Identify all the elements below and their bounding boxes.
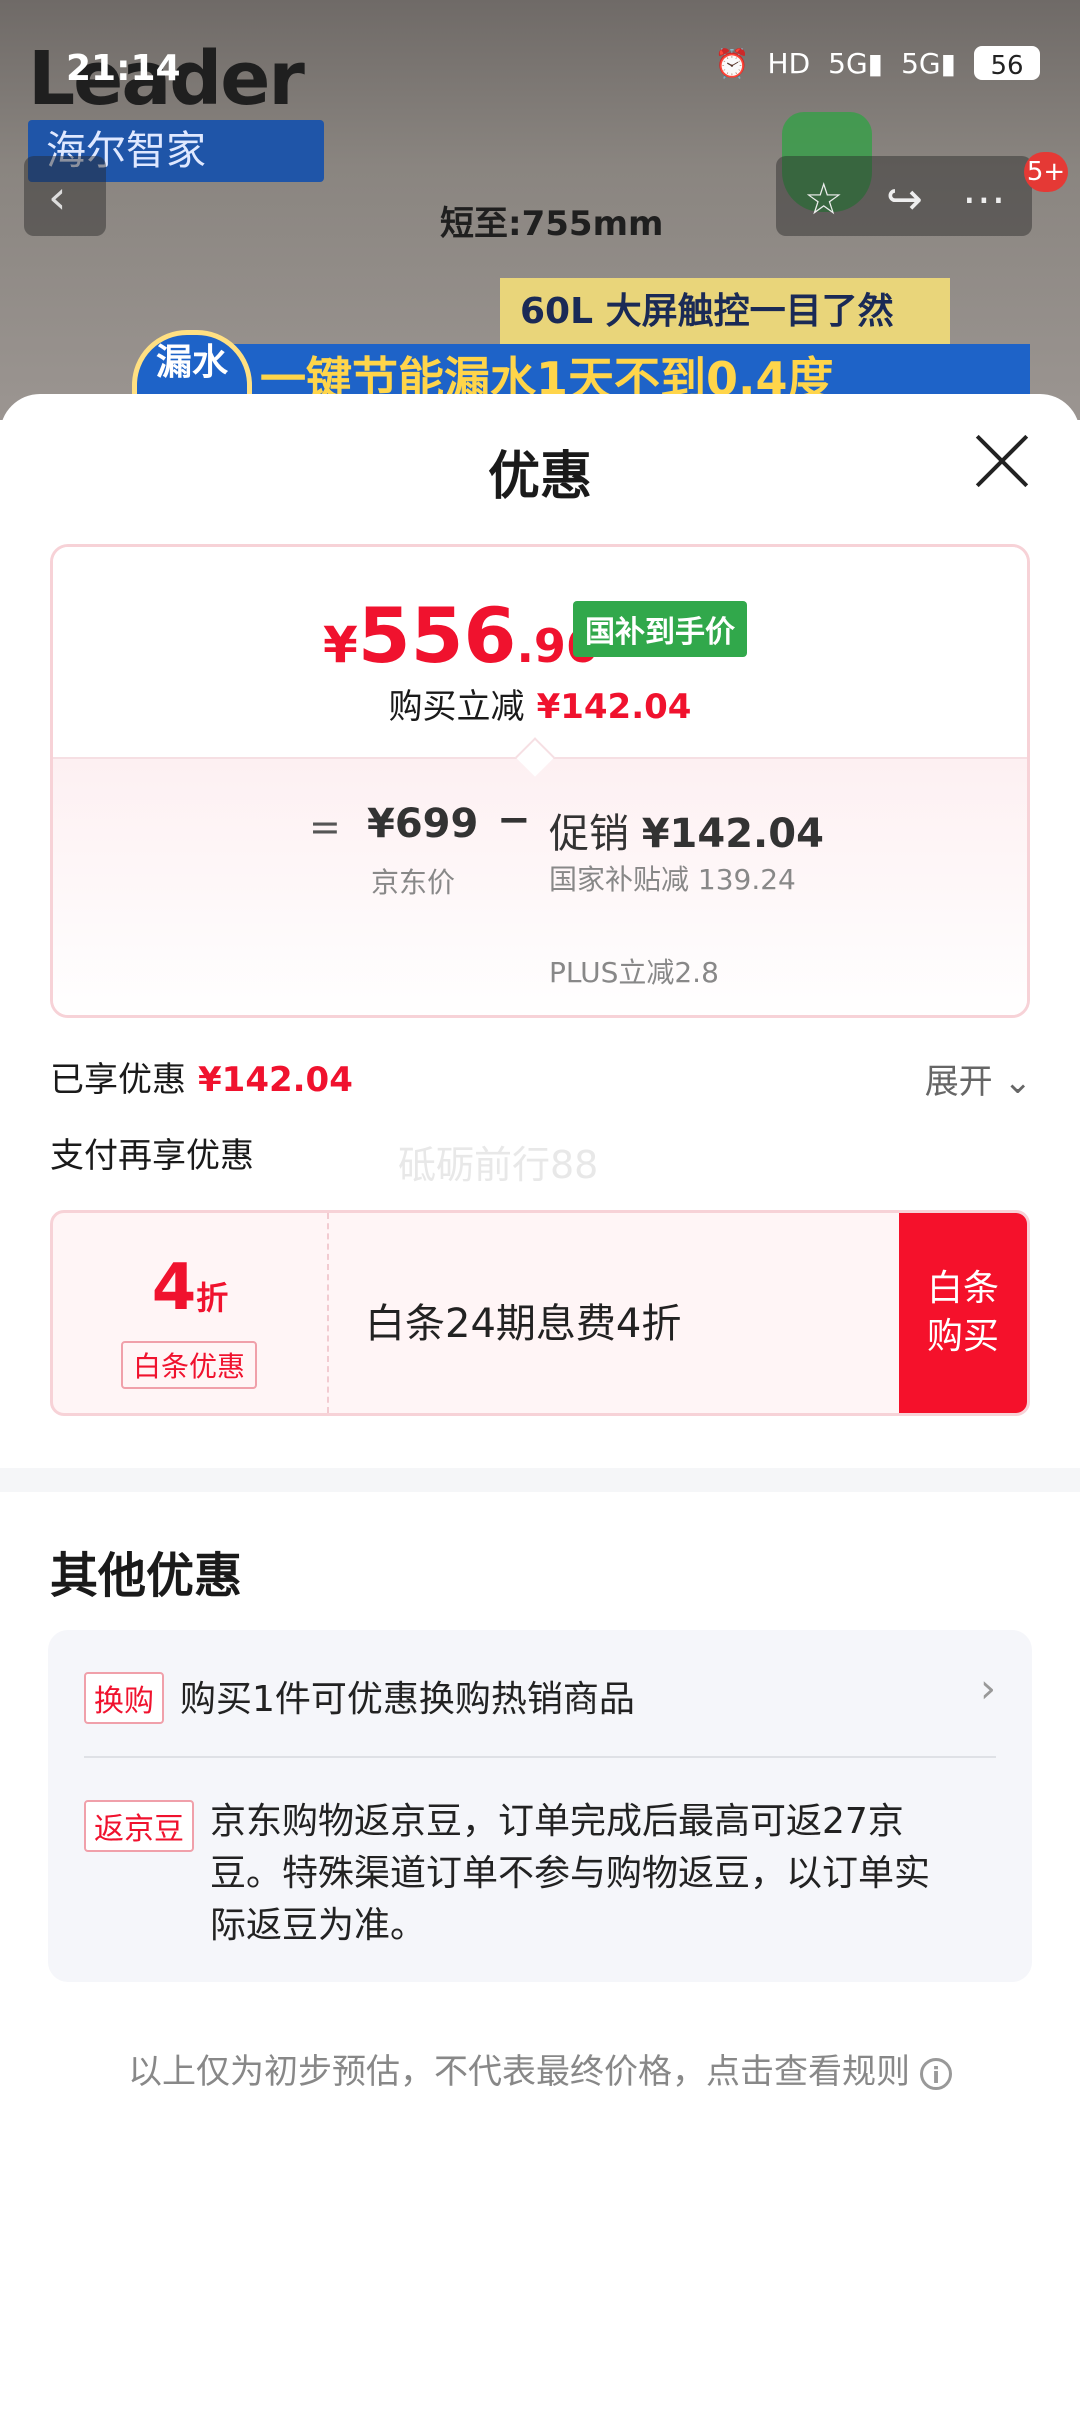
promo-value: 促销 ¥142.04 [549,801,824,859]
hd-icon: HD [767,46,811,80]
status-icons: ⏰ HD 5G▮ 5G▮ 56 [714,46,1040,81]
other-discount-title: 其他优惠 [50,1548,243,1604]
info-icon[interactable]: i [920,2057,952,2090]
jd-bean-text: 京东购物返京豆，订单完成后最高可返27京豆。特殊渠道订单不参与购物返豆，以订单实… [210,1801,931,1946]
currency-symbol: ¥ [323,616,358,674]
exchange-text[interactable]: 购买1件可优惠换购热销商品 [180,1670,635,1722]
promo-label: 促销 [549,811,629,857]
other-discount-card: 换购 购买1件可优惠换购热销商品 › 返京豆 京东购物返京豆，订单完成后最高可返… [48,1630,1032,1982]
sheet-title: 优惠 [487,447,592,507]
baitiao-text: 白条24期息费4折 [365,1301,682,1347]
baitiao-buy-button[interactable]: 白条 购买 [899,1213,1027,1413]
signal-5g-icon: 5G▮ [901,46,956,80]
nav-actions: ☆ ↪ ⋯ [776,156,1032,236]
promo-amount: ¥142.04 [641,811,824,857]
discount-number: 4 [151,1251,197,1325]
chevron-down-icon: ⌄ [1003,1062,1033,1102]
reduce-line: 购买立减 ¥142.04 [53,679,1027,728]
plus-reduce-label: PLUS立减2.8 [549,956,719,989]
final-price: ¥ 556 .96 [323,591,598,680]
status-time: 21:14 [66,48,181,89]
expand-button[interactable]: 展开 ⌄ [925,1054,1032,1103]
baitiao-discount-panel: 4折 白条优惠 [53,1213,329,1413]
jd-price-label: 京东价 [371,866,456,899]
watermark: 砥砺前行88 [398,1143,599,1187]
battery-icon: 56 [974,46,1040,81]
baitiao-card[interactable]: 4折 白条优惠 白条24期息费4折 白条 购买 [50,1210,1030,1416]
close-icon[interactable] [972,430,1032,490]
enjoyed-amount: ¥142.04 [198,1060,353,1100]
dimension-text: 短至:755mm [440,204,664,244]
share-icon[interactable]: ↪ [886,174,923,225]
jd-bean-tag: 返京豆 [84,1800,194,1852]
minus-sign: − [497,797,531,843]
expand-label: 展开 [924,1062,993,1102]
more-icon[interactable]: ⋯ [962,174,1006,225]
subsidy-tag: 国补到手价 [573,601,747,657]
price-integer: 556 [357,591,517,680]
footnote-text: 以上仅为初步预估，不代表最终价格，点击查看规则 [128,2052,910,2092]
price-breakdown [53,757,1027,1015]
discount-unit: 折 [196,1279,229,1317]
exchange-tag: 换购 [84,1672,164,1724]
pay-more-label: 支付再享优惠 [50,1136,254,1176]
section-divider [0,1468,1080,1492]
footnote[interactable]: 以上仅为初步预估，不代表最终价格，点击查看规则 i [0,2044,1080,2093]
divider [84,1756,996,1758]
reduce-label: 购买立减 [388,687,525,727]
notification-badge: 5+ [1024,152,1068,192]
price-card: ¥ 556 .96 国补到手价 购买立减 ¥142.04 = ¥699 − 促销 … [50,544,1030,1018]
equals-sign: = [309,805,341,849]
signal-5g-icon: 5G▮ [828,46,884,80]
jd-price: ¥699 [367,801,479,847]
baitiao-tag: 白条优惠 [121,1341,258,1389]
chevron-left-icon: ‹ [48,170,67,224]
back-button[interactable]: ‹ [24,156,106,236]
feature-banner: 60L 大屏触控一目了然 [500,278,950,346]
baitiao-discount: 4折 [53,1251,327,1325]
alarm-icon: ⏰ [714,46,750,80]
chevron-right-icon[interactable]: › [980,1666,996,1712]
discount-sheet: 优惠 ¥ 556 .96 国补到手价 购买立减 ¥142.04 = ¥699 − … [0,394,1080,2412]
buy-line1: 白条 [926,1268,999,1309]
price-top: ¥ 556 .96 国补到手价 购买立减 ¥142.04 [53,547,1027,757]
reduce-amount: ¥142.04 [536,687,692,727]
star-icon[interactable]: ☆ [804,174,843,225]
buy-line2: 购买 [926,1316,999,1357]
enjoyed-discount: 已享优惠 ¥142.04 [50,1052,353,1101]
national-subsidy-label: 国家补贴减 139.24 [549,863,796,896]
enjoyed-label: 已享优惠 [50,1060,186,1100]
